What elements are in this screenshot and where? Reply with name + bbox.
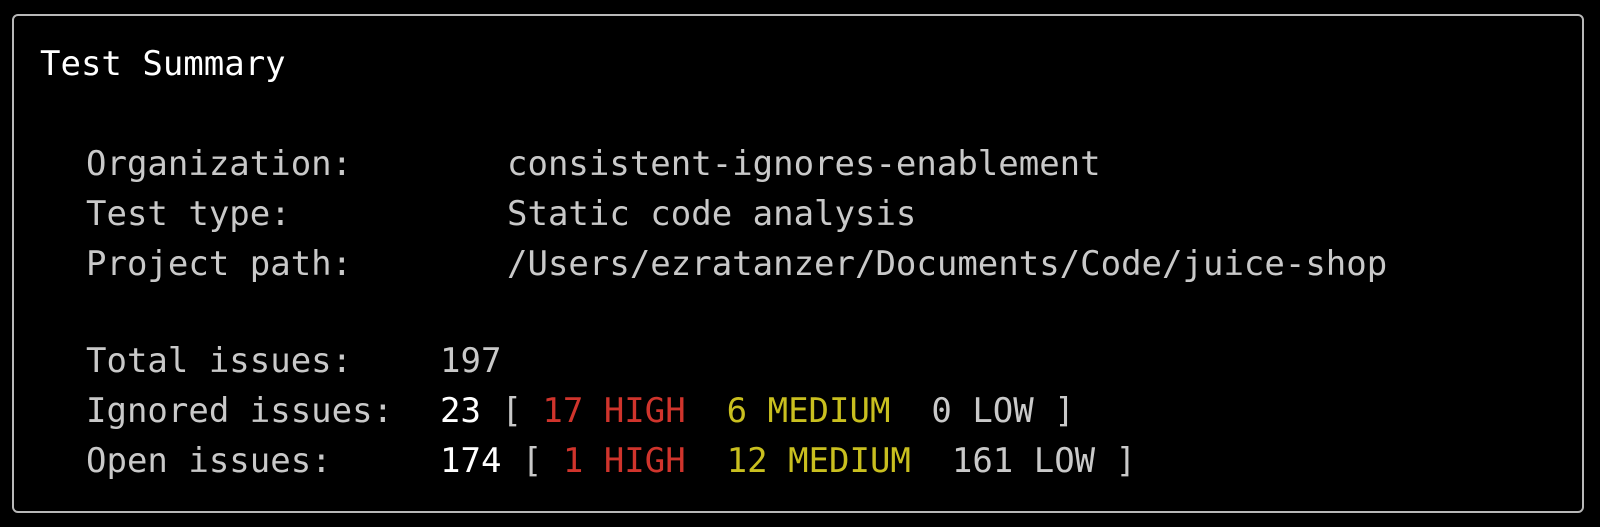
project-path-value: /Users/ezratanzer/Documents/Code/juice-s… <box>507 244 1388 284</box>
open-open-bracket: [ <box>521 441 543 481</box>
test-type-label: Test type: <box>86 194 291 234</box>
organization-label: Organization: <box>86 144 353 184</box>
ignored-medium-count: 6 MEDIUM <box>726 391 891 431</box>
ignored-issues-breakdown: 23 [ 17 HIGH 6 MEDIUM 0 LOW ] <box>440 393 1075 429</box>
ignored-issues-count: 23 <box>440 391 481 431</box>
ignored-high-count: 17 HIGH <box>542 391 686 431</box>
open-issues-label: Open issues: <box>86 441 332 481</box>
test-type-value: Static code analysis <box>507 194 917 234</box>
ignored-issues-label: Ignored issues: <box>86 391 394 431</box>
open-medium-count: 12 MEDIUM <box>726 441 911 481</box>
ignored-low-count: 0 LOW <box>931 391 1034 431</box>
project-path-label: Project path: <box>86 244 353 284</box>
total-issues-count: 197 <box>440 341 502 381</box>
open-issues-count: 174 <box>440 441 502 481</box>
open-low-count: 161 LOW <box>951 441 1096 481</box>
open-close-bracket: ] <box>1115 441 1137 481</box>
open-high-count: 1 HIGH <box>562 441 686 481</box>
test-summary-panel: Test Summary Organization: consistent-ig… <box>12 14 1584 513</box>
summary-title: Test Summary <box>40 44 286 84</box>
organization-value: consistent-ignores-enablement <box>507 144 1101 184</box>
open-issues-breakdown: 174 [ 1 HIGH 12 MEDIUM 161 LOW ] <box>440 443 1136 479</box>
ignored-close-bracket: ] <box>1054 391 1075 431</box>
ignored-open-bracket: [ <box>501 391 522 431</box>
total-issues-label: Total issues: <box>86 341 353 381</box>
